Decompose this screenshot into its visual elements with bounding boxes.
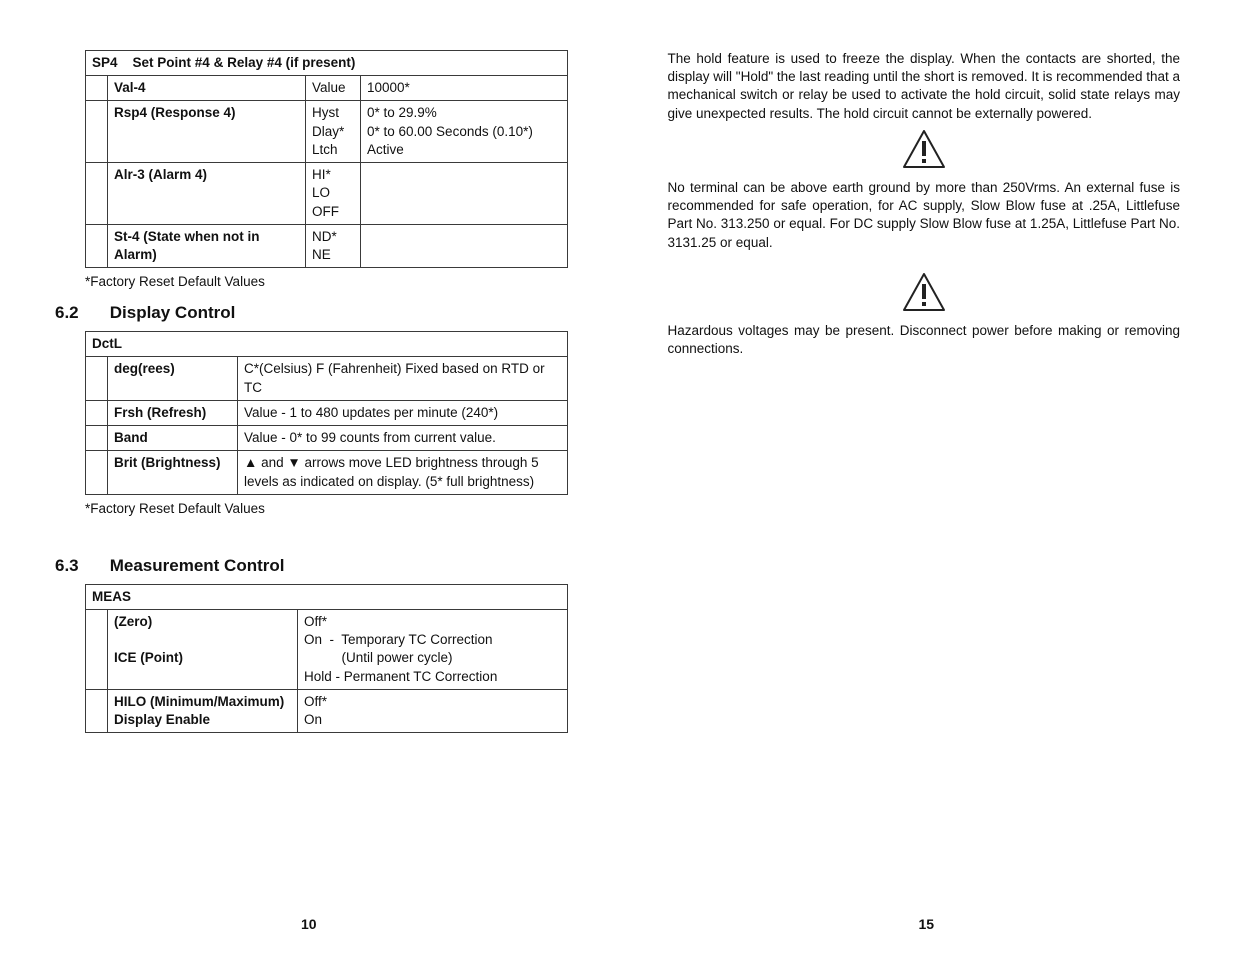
dctl-r1-label: deg(rees) xyxy=(108,357,238,400)
table-sp4: SP4 Set Point #4 & Relay #4 (if present)… xyxy=(85,50,568,268)
sp4-r1-label: Val-4 xyxy=(108,76,306,101)
dctl-r4-val: ▲ and ▼ arrows move LED brightness throu… xyxy=(238,451,568,494)
meas-r2-val: Off* On xyxy=(298,689,568,732)
sp4-r2-label: Rsp4 (Response 4) xyxy=(108,101,306,163)
sp4-code: SP4 xyxy=(92,55,118,70)
table-meas: MEAS (Zero) ICE (Point) Off* On - Tempor… xyxy=(85,584,568,734)
meas-r2-label: HILO (Minimum/Maximum) Display Enable xyxy=(108,689,298,732)
sp4-title: Set Point #4 & Relay #4 (if present) xyxy=(133,55,356,70)
sp4-r3-val xyxy=(361,163,568,225)
indent-cell xyxy=(86,426,108,451)
warning-icon xyxy=(902,272,946,312)
dctl-r3-label: Band xyxy=(108,426,238,451)
section-6-3-heading: 6.3 Measurement Control xyxy=(55,556,568,576)
terminal-fuse-text: No terminal can be above earth ground by… xyxy=(668,179,1181,252)
dctl-header: DctL xyxy=(86,332,568,357)
sp4-r3-mid: HI* LO OFF xyxy=(306,163,361,225)
sp4-r2-mid: Hyst Dlay* Ltch xyxy=(306,101,361,163)
note-defaults-1: *Factory Reset Default Values xyxy=(85,274,568,289)
meas-r1-val: Off* On - Temporary TC Correction (Until… xyxy=(298,609,568,689)
indent-cell xyxy=(86,689,108,732)
indent-cell xyxy=(86,76,108,101)
page-10: SP4 Set Point #4 & Relay #4 (if present)… xyxy=(0,0,618,954)
warning-icon xyxy=(902,129,946,169)
sec-title: Display Control xyxy=(110,303,236,322)
sp4-r4-mid: ND* NE xyxy=(306,224,361,267)
indent-cell xyxy=(86,101,108,163)
section-6-2-heading: 6.2 Display Control xyxy=(55,303,568,323)
sec-title: Measurement Control xyxy=(110,556,285,575)
page-spread: SP4 Set Point #4 & Relay #4 (if present)… xyxy=(0,0,1235,954)
dctl-r1-val: C*(Celsius) F (Fahrenheit) Fixed based o… xyxy=(238,357,568,400)
sp4-r1-mid: Value xyxy=(306,76,361,101)
sp4-r2-val: 0* to 29.9% 0* to 60.00 Seconds (0.10*) … xyxy=(361,101,568,163)
dctl-r2-val: Value - 1 to 480 updates per minute (240… xyxy=(238,400,568,425)
page-number: 10 xyxy=(301,916,317,932)
dctl-r3-val: Value - 0* to 99 counts from current val… xyxy=(238,426,568,451)
sp4-r3-label: Alr-3 (Alarm 4) xyxy=(108,163,306,225)
hold-feature-text: The hold feature is used to freeze the d… xyxy=(668,50,1181,123)
sp4-r1-val: 10000* xyxy=(361,76,568,101)
table-dctl: DctL deg(rees) C*(Celsius) F (Fahrenheit… xyxy=(85,331,568,495)
indent-cell xyxy=(86,609,108,689)
dctl-r2-label: Frsh (Refresh) xyxy=(108,400,238,425)
indent-cell xyxy=(86,357,108,400)
hazardous-voltage-text: Hazardous voltages may be present. Disco… xyxy=(668,322,1181,358)
indent-cell xyxy=(86,163,108,225)
sp4-r4-label: St-4 (State when not in Alarm) xyxy=(108,224,306,267)
indent-cell xyxy=(86,451,108,494)
indent-cell xyxy=(86,400,108,425)
sp4-r4-val xyxy=(361,224,568,267)
sec-num: 6.3 xyxy=(55,556,105,576)
page-15: The hold feature is used to freeze the d… xyxy=(618,0,1235,954)
meas-header: MEAS xyxy=(86,584,568,609)
note-defaults-2: *Factory Reset Default Values xyxy=(85,501,568,516)
indent-cell xyxy=(86,224,108,267)
meas-r1-label: (Zero) ICE (Point) xyxy=(108,609,298,689)
sec-num: 6.2 xyxy=(55,303,105,323)
page-number: 15 xyxy=(918,916,934,932)
sp4-header: SP4 Set Point #4 & Relay #4 (if present) xyxy=(86,51,568,76)
dctl-r4-label: Brit (Brightness) xyxy=(108,451,238,494)
